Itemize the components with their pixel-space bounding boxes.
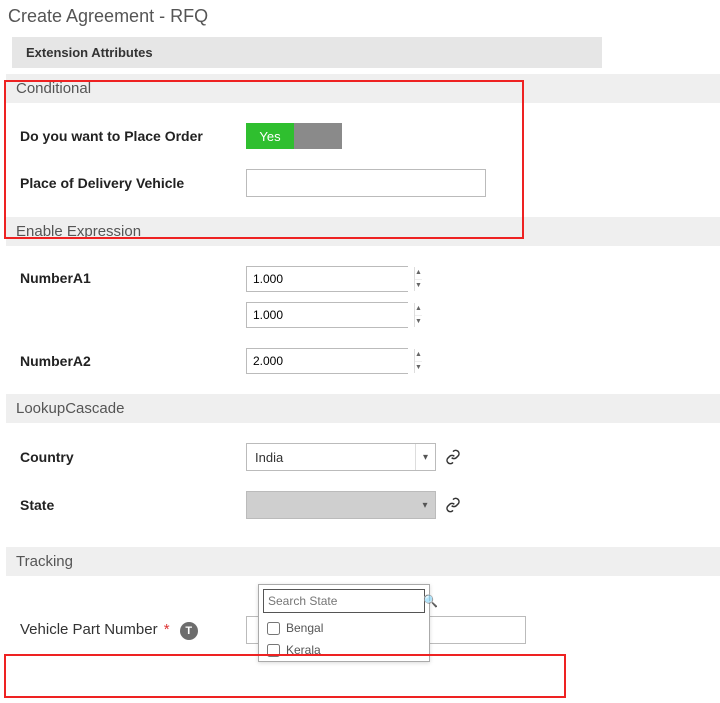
stepper-icon[interactable]: ▲▼ xyxy=(414,303,422,327)
place-order-label: Do you want to Place Order xyxy=(6,128,246,144)
section-conditional-body: Do you want to Place Order Yes Place of … xyxy=(6,103,720,217)
country-value: India xyxy=(247,444,415,470)
number-a1-input-2[interactable]: ▲▼ xyxy=(246,302,408,328)
number-a1-input-1[interactable]: ▲▼ xyxy=(246,266,408,292)
link-icon[interactable] xyxy=(442,494,464,516)
stepper-icon[interactable]: ▲▼ xyxy=(414,349,422,373)
state-dropdown-panel: 🔍 Bengal Kerala xyxy=(258,584,430,662)
number-a1-value-1[interactable] xyxy=(247,267,414,291)
search-icon: 🔍 xyxy=(423,594,438,608)
number-a2-label: NumberA2 xyxy=(6,353,246,369)
toggle-on-label: Yes xyxy=(246,123,294,149)
page-title: Create Agreement - RFQ xyxy=(0,0,720,37)
number-a2-input[interactable]: ▲▼ xyxy=(246,348,408,374)
section-tracking-header: Tracking xyxy=(6,547,720,576)
extension-attributes-bar: Extension Attributes xyxy=(12,37,602,68)
number-a1-label: NumberA1 xyxy=(6,266,246,286)
vehicle-part-number-label: Vehicle Part Number * T xyxy=(6,621,246,640)
state-option-checkbox[interactable] xyxy=(267,644,280,657)
section-lookup-cascade-body: Country India ▾ State ▾ xyxy=(6,423,720,539)
number-a1-value-2[interactable] xyxy=(247,303,414,327)
toggle-off-segment xyxy=(294,123,342,149)
state-search-box[interactable]: 🔍 xyxy=(263,589,425,613)
chevron-down-icon[interactable]: ▾ xyxy=(415,492,435,518)
chevron-down-icon[interactable]: ▾ xyxy=(415,444,435,470)
state-select[interactable]: ▾ xyxy=(246,491,436,519)
link-icon[interactable] xyxy=(442,446,464,468)
state-option-checkbox[interactable] xyxy=(267,622,280,635)
stepper-icon[interactable]: ▲▼ xyxy=(414,267,422,291)
section-enable-expression-header: Enable Expression xyxy=(6,217,720,246)
state-label: State xyxy=(6,497,246,513)
number-a2-value[interactable] xyxy=(247,349,414,373)
state-search-input[interactable] xyxy=(268,594,423,608)
state-option-label: Kerala xyxy=(286,643,321,657)
delivery-vehicle-label: Place of Delivery Vehicle xyxy=(6,175,246,191)
section-lookup-cascade-header: LookupCascade xyxy=(6,394,720,423)
required-mark: * xyxy=(164,621,170,638)
place-order-toggle[interactable]: Yes xyxy=(246,123,342,149)
section-conditional-header: Conditional xyxy=(6,74,720,103)
delivery-vehicle-input[interactable] xyxy=(246,169,486,197)
state-value xyxy=(247,492,415,518)
text-type-badge-icon: T xyxy=(180,622,198,640)
state-option[interactable]: Bengal xyxy=(259,617,429,639)
section-enable-expression-body: NumberA1 ▲▼ ▲▼ NumberA2 ▲▼ xyxy=(6,246,720,394)
country-label: Country xyxy=(6,449,246,465)
state-option[interactable]: Kerala xyxy=(259,639,429,661)
state-option-label: Bengal xyxy=(286,621,323,635)
country-select[interactable]: India ▾ xyxy=(246,443,436,471)
